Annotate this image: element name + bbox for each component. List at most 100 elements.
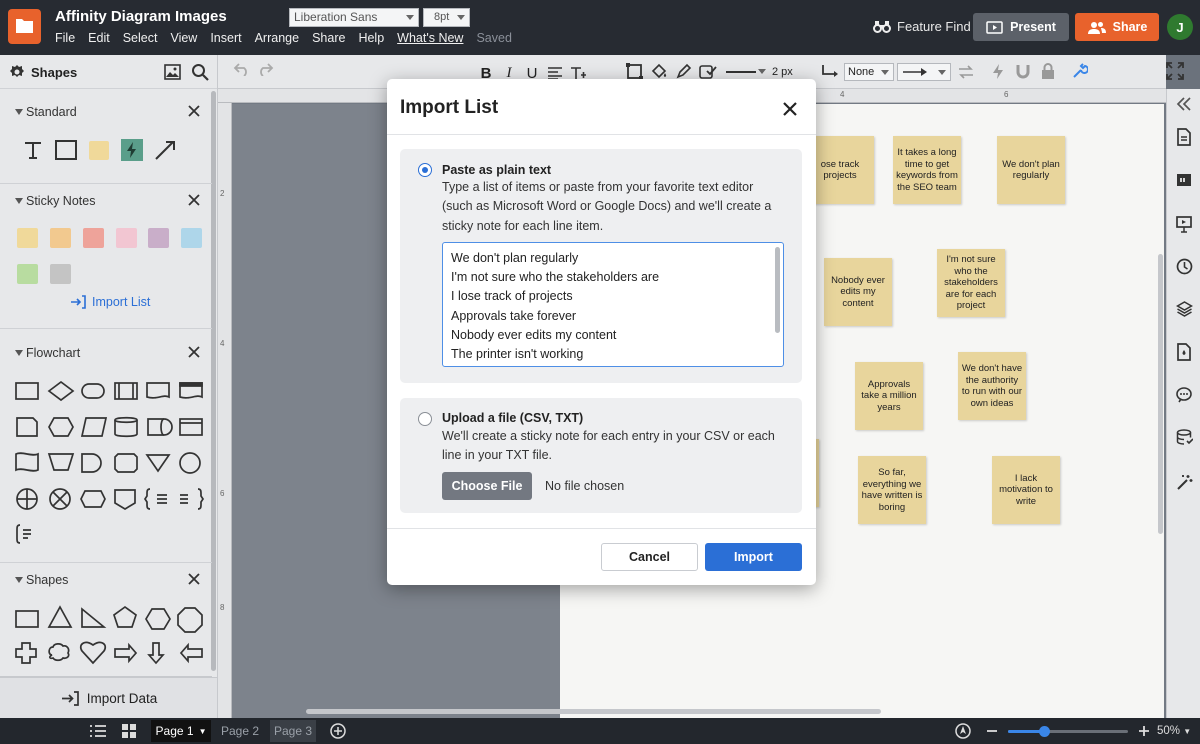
arrow-shape[interactable] <box>148 135 181 165</box>
navigation-icon[interactable] <box>955 723 971 739</box>
page-list-icon[interactable] <box>89 724 107 739</box>
sticky-note[interactable]: ose track projects <box>806 136 874 204</box>
page-properties-icon[interactable] <box>1176 128 1192 146</box>
sticky-gray[interactable] <box>50 264 71 284</box>
fill-bucket-icon[interactable] <box>650 63 668 80</box>
lightning-icon[interactable] <box>991 63 1005 80</box>
search-icon[interactable] <box>191 63 209 81</box>
sticky-note[interactable]: It takes a long time to get keywords fro… <box>893 136 961 204</box>
flowchart-shapes-grid[interactable] <box>12 375 208 545</box>
lightning-shape[interactable] <box>115 135 148 165</box>
option-paste-text[interactable]: Paste as plain text Type a list of items… <box>400 149 802 383</box>
rectangle-shape[interactable] <box>49 135 82 165</box>
menu-select[interactable]: Select <box>123 31 158 45</box>
canvas-horizontal-scrollbar[interactable] <box>306 709 881 714</box>
magnet-icon[interactable] <box>1015 63 1031 80</box>
menu-edit[interactable]: Edit <box>88 31 110 45</box>
user-avatar[interactable]: J <box>1167 14 1193 40</box>
history-icon[interactable] <box>1176 258 1193 275</box>
shapes-gear-icon[interactable] <box>9 64 25 80</box>
panel-scrollbar[interactable] <box>211 91 216 671</box>
collapse-panel-icon[interactable] <box>1176 97 1192 111</box>
page-tab-3[interactable]: Page 3 <box>270 720 316 742</box>
connector-type-button[interactable] <box>820 62 840 80</box>
font-size-select[interactable]: 8pt <box>423 8 470 27</box>
paste-textarea[interactable]: We don't plan regularly I'm not sure who… <box>442 242 784 367</box>
undo-button[interactable] <box>233 62 251 76</box>
cancel-button[interactable]: Cancel <box>601 543 698 571</box>
sticky-purple[interactable] <box>148 228 169 248</box>
page-tab-1[interactable]: Page 1 ▼ <box>151 720 211 742</box>
theme-icon[interactable] <box>1176 343 1192 361</box>
page-grid-icon[interactable] <box>121 723 137 739</box>
section-standard-header[interactable]: Standard <box>0 101 210 125</box>
menu-share[interactable]: Share <box>312 31 345 45</box>
menu-arrange[interactable]: Arrange <box>255 31 299 45</box>
data-linking-icon[interactable] <box>1176 429 1193 447</box>
radio-upload-file[interactable] <box>418 412 432 426</box>
redo-button[interactable] <box>256 62 274 76</box>
line-end-select[interactable] <box>897 63 951 81</box>
menu-file[interactable]: File <box>55 31 75 45</box>
zoom-slider-handle[interactable] <box>1039 726 1050 737</box>
option-upload-file[interactable]: Upload a file (CSV, TXT) We'll create a … <box>400 398 802 513</box>
radio-paste-text[interactable] <box>418 163 432 177</box>
border-icon[interactable] <box>626 63 643 80</box>
presentation-icon[interactable] <box>1176 215 1192 233</box>
feature-find-button[interactable]: Feature Find <box>873 19 971 34</box>
sticky-blue[interactable] <box>181 228 202 248</box>
close-sticky-icon[interactable] <box>187 193 201 207</box>
sticky-pink[interactable] <box>116 228 137 248</box>
font-family-select[interactable]: Liberation Sans <box>289 8 419 27</box>
sticky-note[interactable]: I'm not sure who the stakeholders are fo… <box>937 249 1005 317</box>
zoom-slider[interactable] <box>1008 726 1128 737</box>
sticky-shape[interactable] <box>82 135 115 165</box>
align-icon[interactable] <box>546 66 564 80</box>
sticky-red[interactable] <box>83 228 104 248</box>
import-list-link[interactable]: Import List <box>70 295 150 309</box>
sticky-note[interactable]: Nobody ever edits my content <box>824 258 892 326</box>
comments-icon[interactable] <box>1176 387 1193 403</box>
import-button[interactable]: Import <box>705 543 802 571</box>
line-color-icon[interactable] <box>675 63 692 80</box>
sticky-note[interactable]: Approvals take a million years <box>855 362 923 430</box>
sticky-yellow[interactable] <box>17 228 38 248</box>
close-shapes-icon[interactable] <box>187 572 201 586</box>
line-start-select[interactable]: None <box>844 63 894 81</box>
text-options-icon[interactable] <box>569 66 587 80</box>
section-shapes-header[interactable]: Shapes <box>0 569 210 593</box>
basic-shapes-grid[interactable] <box>12 603 208 675</box>
menu-view[interactable]: View <box>170 31 197 45</box>
document-title[interactable]: Affinity Diagram Images <box>55 8 227 25</box>
textarea-scrollbar[interactable] <box>775 247 780 333</box>
zoom-in-icon[interactable] <box>1138 725 1150 737</box>
wrench-button[interactable] <box>1071 63 1088 80</box>
menu-insert[interactable]: Insert <box>210 31 241 45</box>
section-flowchart-header[interactable]: Flowchart <box>0 342 210 366</box>
page-tab-2[interactable]: Page 2 <box>217 720 263 742</box>
add-page-icon[interactable] <box>330 723 346 739</box>
close-icon[interactable] <box>780 99 800 119</box>
sticky-note[interactable]: So far, everything we have written is bo… <box>858 456 926 524</box>
present-button[interactable]: Present <box>973 13 1069 41</box>
close-flowchart-icon[interactable] <box>187 345 201 359</box>
sticky-note[interactable]: I lack motivation to write <box>992 456 1060 524</box>
sticky-green[interactable] <box>17 264 38 284</box>
lock-icon[interactable] <box>1041 63 1055 80</box>
share-button[interactable]: Share <box>1075 13 1159 41</box>
image-icon[interactable] <box>164 64 181 80</box>
zoom-level[interactable]: 50% ▼ <box>1157 725 1191 737</box>
close-standard-icon[interactable] <box>187 104 201 118</box>
choose-file-button[interactable]: Choose File <box>442 472 532 500</box>
swap-arrows-button[interactable] <box>958 64 974 80</box>
menu-help[interactable]: Help <box>358 31 384 45</box>
canvas-vertical-scrollbar[interactable] <box>1158 254 1163 534</box>
menu-whats-new[interactable]: What's New <box>397 31 463 45</box>
app-logo[interactable] <box>8 9 41 44</box>
magic-wand-icon[interactable] <box>1176 474 1193 491</box>
style-check-icon[interactable] <box>699 63 717 80</box>
sticky-note[interactable]: We don't have the authority to run with … <box>958 352 1026 420</box>
text-shape[interactable] <box>16 135 49 165</box>
layers-icon[interactable] <box>1176 300 1193 317</box>
sticky-orange[interactable] <box>50 228 71 248</box>
